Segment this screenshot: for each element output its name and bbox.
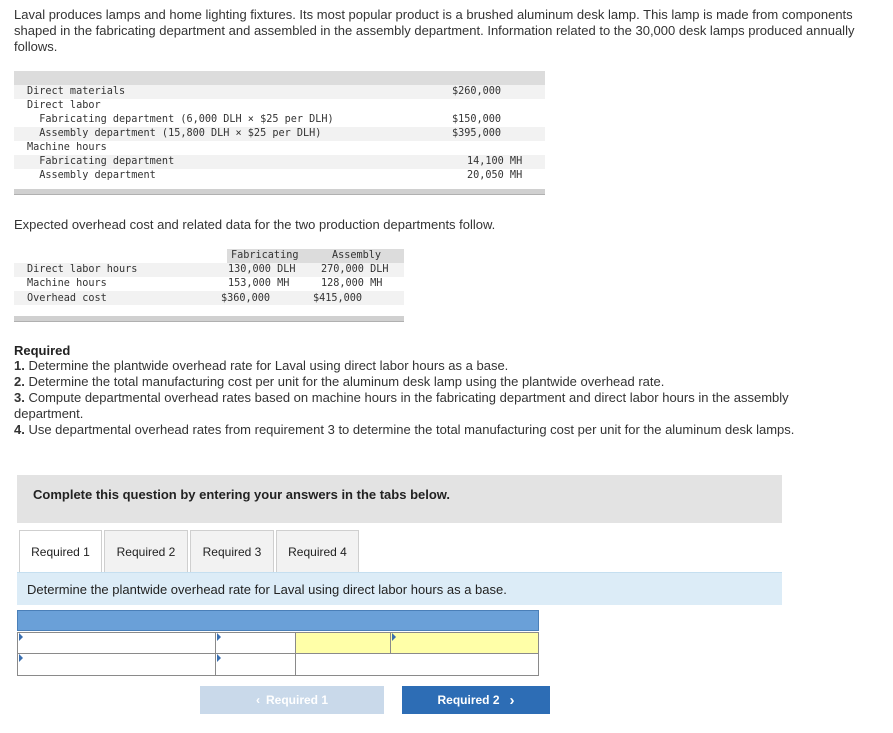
lamp-row-label: Direct materials [27,86,126,97]
overhead-header-assembly: Assembly [332,250,382,261]
intro-paragraph: Laval produces lamps and home lighting f… [14,7,855,54]
chevron-right-icon: › [509,691,515,709]
required-item: 4. Use departmental overhead rates from … [14,422,795,437]
complete-banner: Complete this question by entering your … [17,475,782,523]
answer-grid-header [17,610,539,631]
overhead-row-asm: 270,000 DLH [321,264,389,275]
overhead-row-asm: 128,000 MH [321,278,383,289]
lamp-row-label: Fabricating department (6,000 DLH × $25 … [27,114,334,125]
dropdown-marker-icon [19,654,23,662]
answer-input-rate[interactable] [390,632,539,654]
lamp-table-footer [14,189,545,195]
overhead-row-asm: $415,000 [313,293,363,304]
instruction-bar: Determine the plantwide overhead rate fo… [17,572,782,605]
required-item: 1. Determine the plantwide overhead rate… [14,358,509,373]
lamp-row-value: $150,000 [452,114,502,125]
tab-required-4[interactable]: Required 4 [276,530,359,572]
tab-required-3[interactable]: Required 3 [190,530,274,572]
dropdown-marker-icon [392,633,396,641]
lamp-row-label: Machine hours [27,142,107,153]
prev-required-button[interactable]: ‹ Required 1 [200,686,384,714]
answer-cell-numerator[interactable] [215,632,296,654]
lamp-row-value: 20,050 MH [467,170,523,181]
tab-required-1[interactable]: Required 1 [19,530,102,572]
required-heading: Required [14,343,71,358]
overhead-row-fab: 153,000 MH [228,278,290,289]
answer-cell-result-2[interactable] [295,653,539,676]
lamp-row-value: $260,000 [452,86,502,97]
answer-cell-label[interactable] [17,632,216,654]
answer-input-divisor[interactable] [295,632,391,654]
chevron-left-icon: ‹ [255,693,260,707]
answer-cell-label-2[interactable] [17,653,216,676]
overhead-row-label: Machine hours [27,278,107,289]
dropdown-marker-icon [217,654,221,662]
required-section: Required 1. Determine the plantwide over… [14,343,844,438]
overhead-row-label: Overhead cost [27,293,107,304]
lamp-row-value: 14,100 MH [467,156,523,167]
lamp-row-label: Direct labor [27,100,101,111]
next-button-label: Required 2 [437,693,500,707]
prev-button-label: Required 1 [265,693,328,707]
overhead-table: Fabricating Assembly Direct labor hours … [14,249,404,319]
lamp-table: Direct materials $260,000 Direct labor F… [14,85,545,189]
dropdown-marker-icon [19,633,23,641]
lamp-row-label: Fabricating department [27,156,175,167]
overhead-row-fab: 130,000 DLH [228,264,296,275]
lamp-row-label: Assembly department [27,170,156,181]
lamp-row-value: $395,000 [452,128,502,139]
overhead-header-fabricating: Fabricating [231,250,299,261]
instruction-text: Determine the plantwide overhead rate fo… [27,582,507,597]
next-required-button[interactable]: Required 2 › [402,686,550,714]
overhead-intro: Expected overhead cost and related data … [14,217,496,232]
overhead-row-label: Direct labor hours [27,264,138,275]
lamp-row-label: Assembly department (15,800 DLH × $25 pe… [27,128,322,139]
tab-required-2[interactable]: Required 2 [104,530,188,572]
answer-cell-value-2[interactable] [215,653,296,676]
lamp-table-header [14,71,545,85]
overhead-row-fab: $360,000 [221,293,271,304]
required-item: 2. Determine the total manufacturing cos… [14,374,665,389]
complete-banner-text: Complete this question by entering your … [33,487,451,502]
overhead-table-footer [14,316,404,322]
required-item: 3. Compute departmental overhead rates b… [14,390,789,421]
dropdown-marker-icon [217,633,221,641]
